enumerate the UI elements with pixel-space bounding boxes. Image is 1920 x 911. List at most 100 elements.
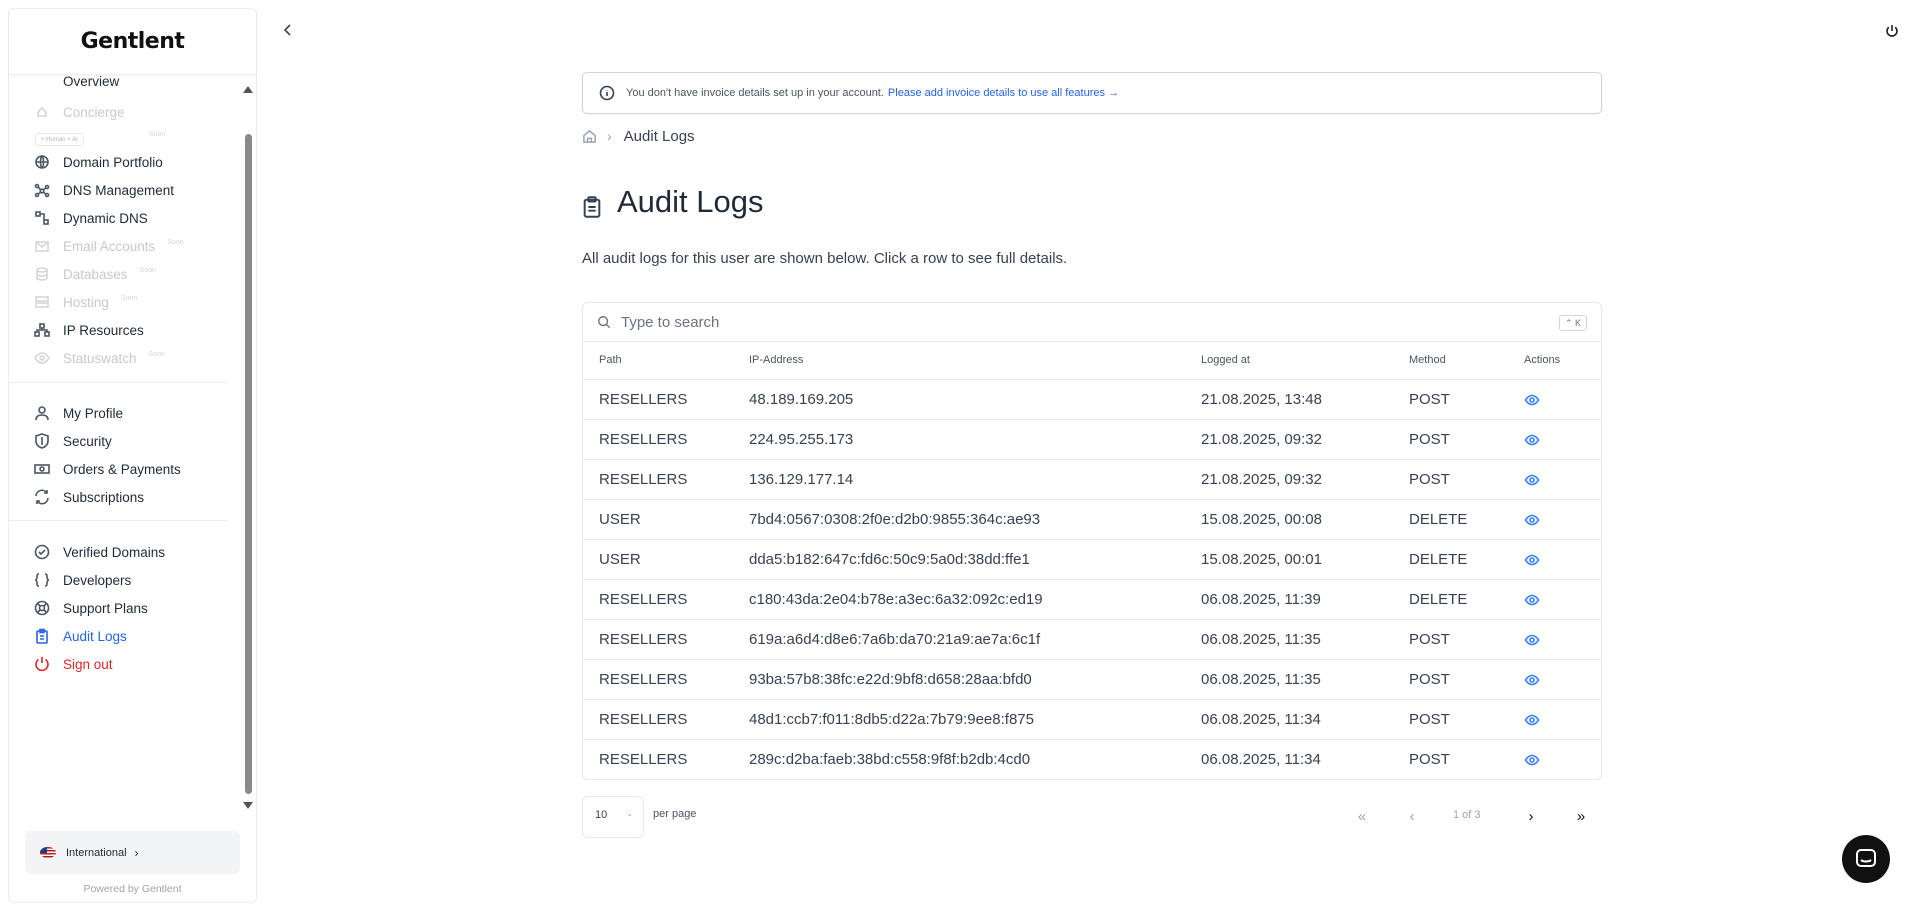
table-row[interactable]: RESELLERS c180:43da:2e04:b78e:a3ec:6a32:0… — [583, 579, 1601, 620]
info-icon — [599, 85, 615, 101]
scroll-up-arrow[interactable] — [243, 86, 253, 93]
sidebar-item-overview[interactable]: Overview — [9, 76, 242, 86]
cell-ip-address: c180:43da:2e04:b78e:a3ec:6a32:092c:ed19 — [733, 579, 1185, 620]
refresh-icon — [33, 488, 51, 506]
cell-logged-at: 06.08.2025, 11:34 — [1201, 750, 1321, 768]
header-logged-at[interactable]: Logged at — [1185, 342, 1393, 380]
sidebar-scrollbar[interactable] — [245, 134, 252, 794]
per-page-select[interactable]: 10 ⌄ — [582, 796, 644, 838]
cell-actions — [1508, 499, 1601, 540]
table-row[interactable]: RESELLERS 224.95.255.173 21.08.2025, 09:32… — [583, 419, 1601, 460]
chat-button[interactable] — [1842, 835, 1890, 883]
view-details-eye-icon[interactable] — [1524, 392, 1540, 408]
soon-badge: Soon — [167, 238, 184, 246]
cell-logged-at: 06.08.2025, 11:39 — [1185, 579, 1393, 620]
sidebar-item-dynamic-dns[interactable]: Dynamic DNS — [9, 204, 242, 232]
last-page-button[interactable]: » — [1571, 806, 1591, 826]
page-title: Audit Logs — [582, 182, 1602, 222]
server-icon — [33, 293, 51, 311]
view-details-eye-icon[interactable] — [1524, 592, 1540, 608]
cell-logged-at: 06.08.2025, 11:35 — [1185, 659, 1393, 700]
header-path[interactable]: Path — [583, 342, 733, 380]
table-row[interactable]: RESELLERS 619a:a6d4:d8e6:7a6b:da70:21a9:a… — [583, 619, 1601, 660]
view-details-eye-icon[interactable] — [1524, 432, 1540, 448]
divider — [9, 382, 228, 383]
cell-method: POST — [1393, 659, 1508, 700]
table-row[interactable]: RESELLERS 48.189.169.205 21.08.2025, 13:48… — [583, 379, 1601, 420]
powered-by: Powered by Gentlent — [83, 883, 182, 895]
search-input[interactable] — [621, 313, 1501, 331]
cell-logged-at: 21.08.2025, 09:32 — [1185, 419, 1393, 460]
sidebar-item-subscriptions[interactable]: Subscriptions — [9, 483, 242, 511]
sidebar-item-support-plans[interactable]: Support Plans — [9, 594, 242, 622]
logo[interactable]: Gentlent — [9, 9, 256, 75]
cell-path: RESELLERS — [599, 750, 688, 768]
chat-icon — [1856, 849, 1876, 867]
view-details-eye-icon[interactable] — [1524, 712, 1540, 728]
table-row[interactable]: RESELLERS 289c:d2ba:faeb:38bd:c558:9f8f:b… — [583, 739, 1601, 779]
sidebar-item-sign-out[interactable]: Sign out — [9, 650, 242, 678]
sidebar-item-dns-management[interactable]: DNS Management — [9, 176, 242, 204]
collapse-sidebar-button[interactable] — [280, 22, 296, 38]
view-details-eye-icon[interactable] — [1524, 672, 1540, 688]
pagination: 10 ⌄ per page « ‹ 1 of 3 › » — [582, 796, 1602, 838]
table-row[interactable]: RESELLERS 48d1:ccb7:f011:8db5:d22a:7b79:9… — [583, 699, 1601, 740]
cell-ip-address: 93ba:57b8:38fc:e22d:9bf8:d658:28aa:bfd0 — [733, 659, 1185, 700]
sidebar-item-orders-payments[interactable]: Orders & Payments — [9, 455, 242, 483]
sidebar-item-developers[interactable]: Developers — [9, 566, 242, 594]
user-icon — [33, 404, 51, 422]
header-method[interactable]: Method — [1393, 342, 1508, 380]
view-details-eye-icon[interactable] — [1524, 752, 1540, 768]
language-selector[interactable]: International › — [25, 831, 240, 874]
cell-method: DELETE — [1393, 539, 1508, 580]
share-nodes-icon — [33, 181, 51, 199]
eye-icon — [33, 349, 51, 367]
view-details-eye-icon[interactable] — [1524, 552, 1540, 568]
sidebar-item-ip-resources[interactable]: IP Resources — [9, 316, 242, 344]
next-page-button[interactable]: › — [1521, 806, 1541, 826]
cell-ip-address: dda5:b182:647c:fd6c:50c9:5a0d:38dd:ffe1 — [733, 539, 1185, 580]
sidebar-item-audit-logs[interactable]: Audit Logs — [9, 622, 242, 650]
first-page-button[interactable]: « — [1352, 806, 1372, 826]
cell-method: POST — [1393, 459, 1508, 500]
search-shortcut: ⌃ K — [1558, 315, 1587, 331]
sidebar-item-databases[interactable]: Databases Soon — [9, 260, 242, 288]
header-actions: Actions — [1508, 342, 1601, 380]
view-details-eye-icon[interactable] — [1524, 472, 1540, 488]
mail-icon — [33, 237, 51, 255]
braces-icon — [33, 571, 51, 589]
view-details-eye-icon[interactable] — [1524, 512, 1540, 528]
sidebar-item-concierge[interactable]: Concierge — [9, 98, 242, 126]
invoice-notice: You don't have invoice details set up in… — [582, 72, 1602, 114]
table-row[interactable]: USER dda5:b182:647c:fd6c:50c9:5a0d:38dd:f… — [583, 539, 1601, 580]
table-row[interactable]: RESELLERS 93ba:57b8:38fc:e22d:9bf8:d658:2… — [583, 659, 1601, 700]
cell-path: RESELLERS — [583, 699, 733, 740]
sidebar-item-verified-domains[interactable]: Verified Domains — [9, 538, 242, 566]
soon-badge: Soon — [120, 294, 138, 302]
sidebar-item-email-accounts[interactable]: Email Accounts Soon — [9, 232, 242, 260]
add-invoice-details-link[interactable]: Please add invoice details to use all fe… — [888, 87, 1119, 99]
cell-actions — [1508, 539, 1601, 580]
sidebar-item-statuswatch[interactable]: Statuswatch Soon — [9, 344, 242, 372]
cell-ip-address: 48.189.169.205 — [733, 379, 1185, 420]
sidebar-item-my-profile[interactable]: My Profile — [9, 399, 242, 427]
home-icon[interactable] — [582, 129, 597, 144]
previous-page-button[interactable]: ‹ — [1402, 806, 1422, 826]
power-button[interactable] — [1884, 23, 1900, 39]
header-ip-address[interactable]: IP-Address — [733, 342, 1185, 380]
cell-method: POST — [1393, 379, 1508, 420]
sidebar-item-security[interactable]: Security — [9, 427, 242, 455]
sidebar-item-domain-portfolio[interactable]: Domain Portfolio — [9, 148, 242, 176]
per-page-label: per page — [653, 808, 697, 820]
main-content: You don't have invoice details set up in… — [582, 72, 1602, 838]
scroll-down-arrow[interactable] — [243, 802, 253, 809]
sidebar-item-hosting[interactable]: Hosting Soon — [9, 288, 242, 316]
cell-ip-address: 7bd4:0567:0308:2f0e:d2b0:9855:364c:ae93 — [733, 499, 1185, 540]
cell-actions — [1508, 459, 1601, 500]
table-row[interactable]: RESELLERS 136.129.177.14 21.08.2025, 09:32… — [583, 459, 1601, 500]
table-row[interactable]: USER 7bd4:0567:0308:2f0e:d2b0:9855:364c:a… — [583, 499, 1601, 540]
cell-path: USER — [583, 539, 733, 580]
notice-text: You don't have invoice details set up in… — [626, 87, 884, 99]
view-details-eye-icon[interactable] — [1524, 632, 1540, 648]
cell-actions — [1508, 619, 1601, 660]
